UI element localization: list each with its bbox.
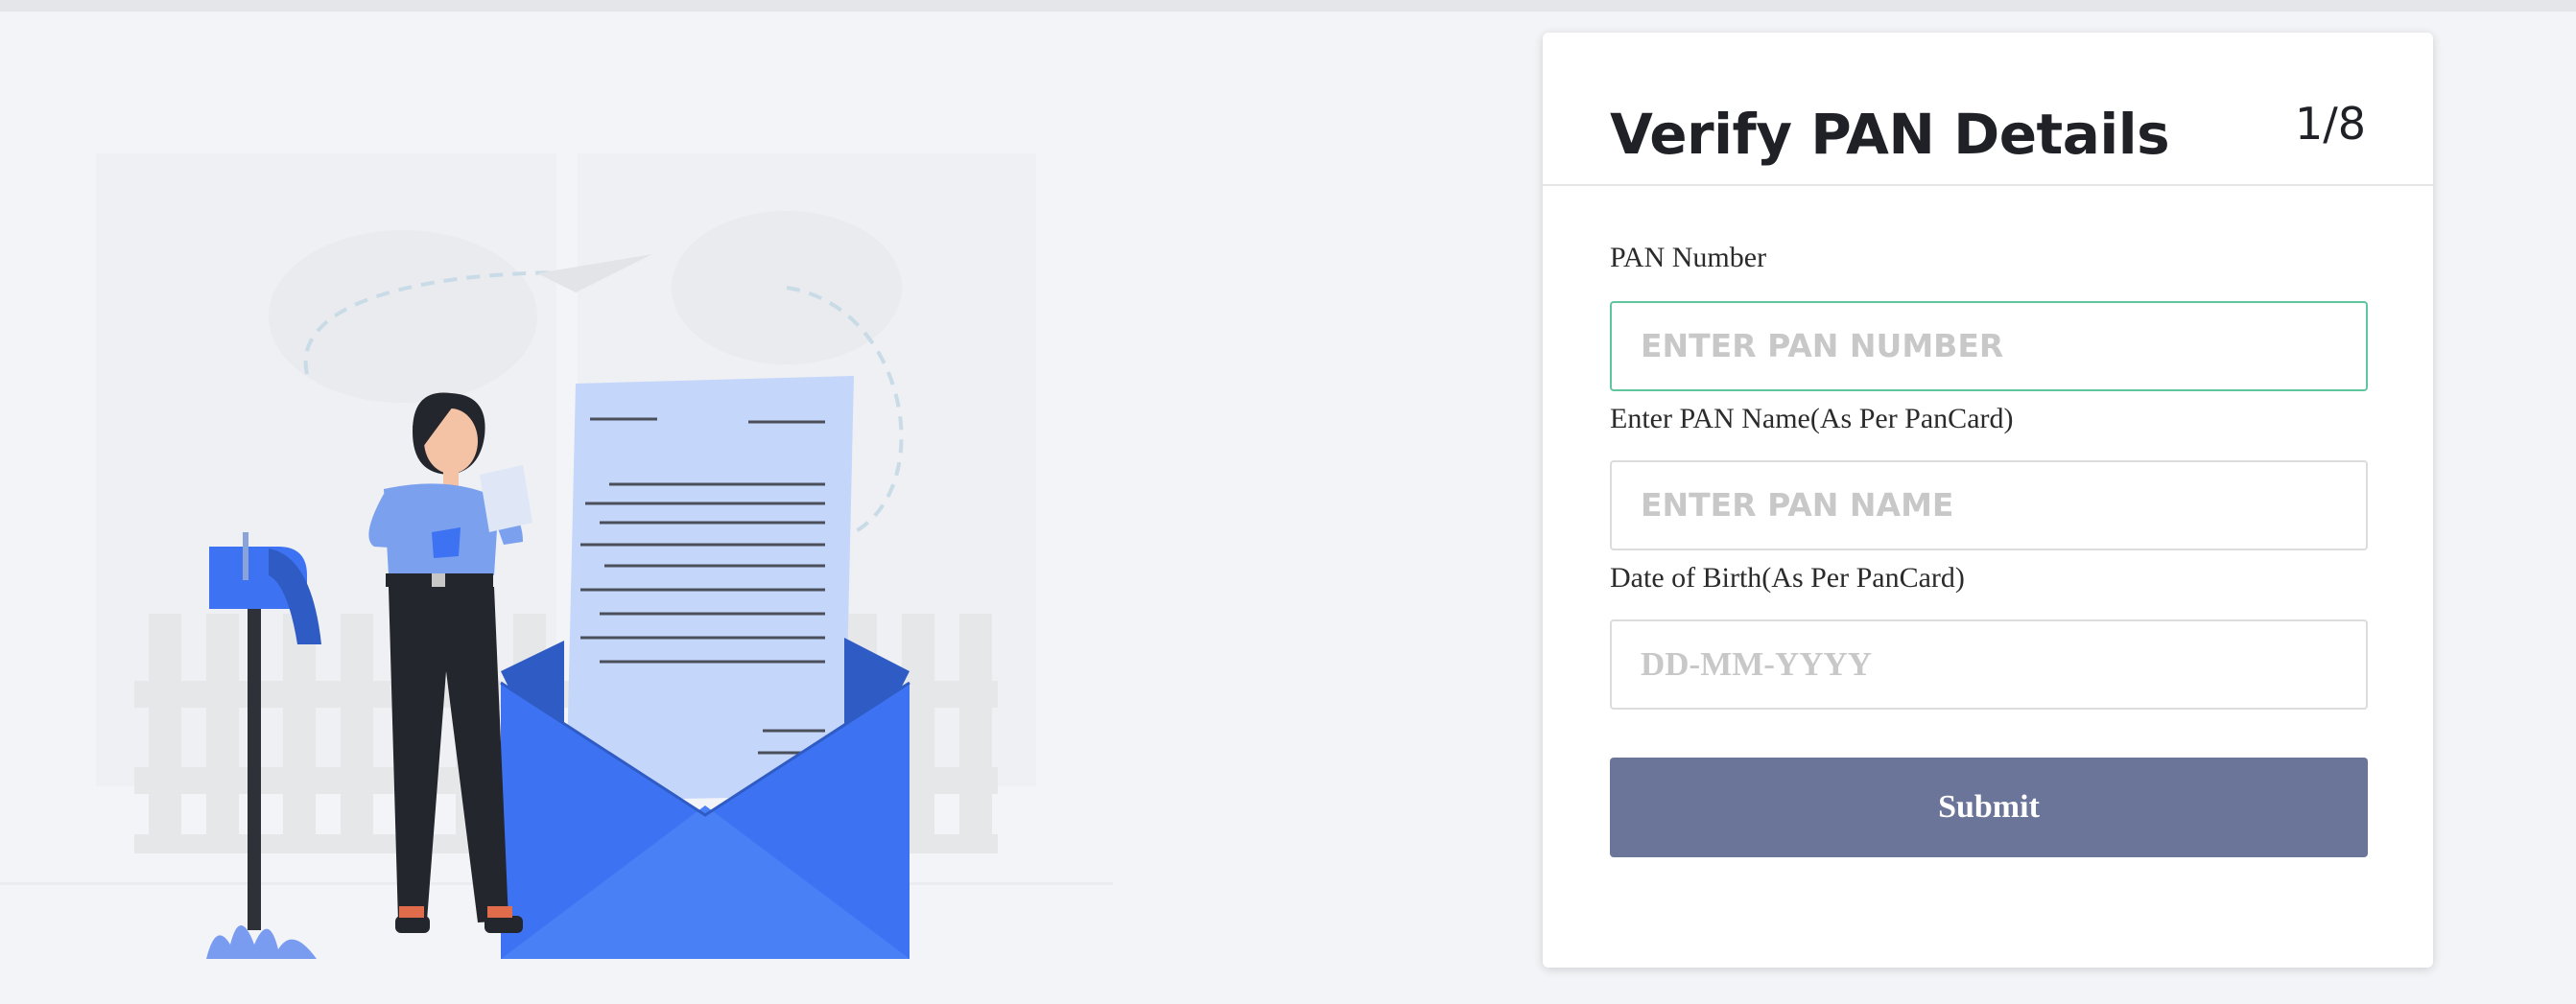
card-header: Verify PAN Details 1/8 <box>1543 33 2433 186</box>
letter-icon <box>566 376 854 801</box>
pan-name-label: Enter PAN Name(As Per PanCard) <box>1610 403 2014 434</box>
submit-button[interactable]: Submit <box>1610 758 2368 857</box>
mail-illustration <box>0 153 1113 959</box>
pan-number-input[interactable] <box>1610 301 2368 391</box>
page-title: Verify PAN Details <box>1610 102 2170 167</box>
date-of-birth-label: Date of Birth(As Per PanCard) <box>1610 562 1965 594</box>
step-indicator: 1/8 <box>2294 98 2366 150</box>
verify-pan-card: Verify PAN Details 1/8 PAN Number Enter … <box>1543 33 2433 968</box>
pan-name-input[interactable] <box>1610 460 2368 550</box>
pan-number-label: PAN Number <box>1610 242 1767 273</box>
date-of-birth-input[interactable] <box>1610 619 2368 710</box>
bush <box>206 925 317 959</box>
